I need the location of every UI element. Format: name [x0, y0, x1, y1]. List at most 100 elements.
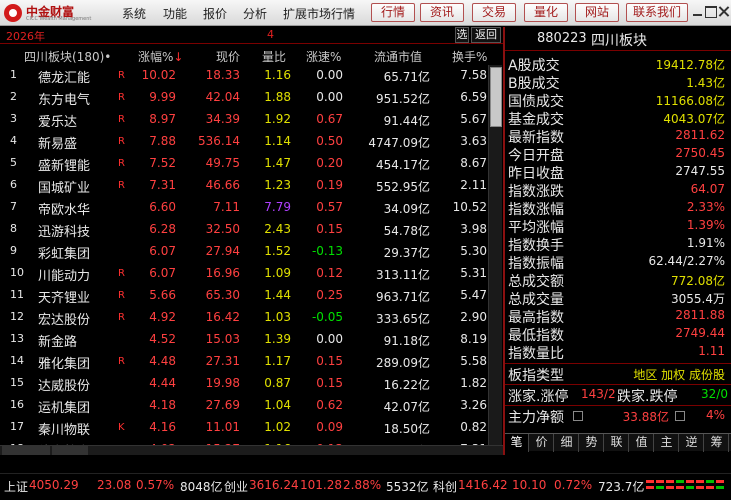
index-stat-row: 指数振幅 62.44/2.27% [505, 253, 731, 272]
quote-button[interactable]: 行情 [371, 3, 415, 22]
margin-flag: R [118, 180, 125, 191]
sh-label[interactable]: 上证 [4, 478, 28, 495]
row-index: 6 [10, 178, 17, 191]
tab-5[interactable]: 值 [630, 434, 654, 452]
table-row[interactable]: 15 达威股份 4.44 19.98 0.87 0.15 16.22亿 1.82 [0, 373, 503, 395]
net-flow-value: 33.88亿 [622, 410, 669, 424]
menu-function[interactable]: 功能 [163, 5, 187, 22]
header-name[interactable]: 四川板块(180)• [24, 48, 111, 65]
tab-6[interactable]: 主 [655, 434, 679, 452]
news-button[interactable]: 资讯 [420, 3, 464, 22]
volume-ratio: 0.87 [264, 376, 291, 390]
select-button[interactable]: 选 [455, 27, 469, 43]
turnover: 3.63 [460, 134, 487, 148]
change-pct: 7.31 [149, 178, 176, 192]
volume-ratio: 1.03 [264, 310, 291, 324]
updown-row: 涨家.涨停 143/2 跌家.跌停 32/0 [505, 386, 731, 405]
speed-pct: 0.00 [316, 68, 343, 82]
tab-0[interactable]: 笔 [505, 434, 529, 452]
trade-button[interactable]: 交易 [472, 3, 516, 22]
market-cap: 91.18亿 [383, 334, 430, 348]
menu-quote[interactable]: 报价 [203, 5, 227, 22]
table-row[interactable]: 3 爱乐达 R 8.97 34.39 1.92 0.67 91.44亿 5.67 [0, 109, 503, 131]
table-row[interactable]: 4 新易盛 R 7.88 536.14 1.14 0.50 4747.09亿 3.63 [0, 131, 503, 153]
turnover: 1.82 [460, 376, 487, 390]
header-price[interactable]: 现价 [216, 48, 240, 65]
header-speed[interactable]: 涨速% [306, 48, 341, 65]
stat-label: 今日开盘 [508, 148, 564, 164]
tab-8[interactable]: 筹 [705, 434, 729, 452]
stat-value: 62.44/2.27% [648, 254, 725, 268]
plate-type-label: 板指类型 [508, 368, 564, 384]
index-stat-row: 总成交量 3055.4万 [505, 289, 731, 308]
menu-analysis[interactable]: 分析 [243, 5, 267, 22]
header-pct[interactable]: 涨幅%↓ [138, 48, 183, 65]
table-row[interactable]: 16 运机集团 4.18 27.69 1.04 0.62 42.07亿 3.26 [0, 395, 503, 417]
table-row[interactable]: 10 川能动力 R 6.07 16.96 1.09 0.12 313.11亿 5.31 [0, 263, 503, 285]
speed-pct: 0.12 [316, 266, 343, 280]
header-market-cap[interactable]: 流通市值 [374, 48, 422, 65]
kc-amount: 723.7亿 [598, 480, 645, 494]
stat-label: 平均涨幅 [508, 220, 564, 236]
index-stat-row: 总成交额 772.08亿 [505, 271, 731, 290]
table-row[interactable]: 5 盛新锂能 R 7.52 49.75 1.47 0.20 454.17亿 8.67 [0, 153, 503, 175]
turnover: 5.58 [460, 354, 487, 368]
table-row[interactable]: 11 天齐锂业 R 5.66 65.30 1.44 0.25 963.71亿 5.47 [0, 285, 503, 307]
market-cap: 54.78亿 [383, 224, 430, 238]
cy-change: 101.28 [300, 478, 342, 492]
table-row[interactable]: 13 新金路 4.52 15.03 1.39 0.00 91.18亿 8.19 [0, 329, 503, 351]
index-stat-row: A股成交 19412.78亿 [505, 55, 731, 74]
logo-subtitle: CICC Wealth Management [26, 16, 92, 22]
table-row[interactable]: 1 德龙汇能 R 10.02 18.33 1.16 0.00 65.71亿 7.58 [0, 65, 503, 87]
table-row[interactable]: 8 迅游科技 6.28 32.50 2.43 0.15 54.78亿 3.98 [0, 219, 503, 241]
row-index: 3 [10, 112, 17, 125]
stat-value: 2750.45 [675, 146, 725, 160]
tab-1[interactable]: 价 [530, 434, 554, 452]
row-index: 2 [10, 90, 17, 103]
header-turnover[interactable]: 换手% [452, 48, 487, 65]
margin-flag: R [118, 92, 125, 103]
close-icon[interactable] [718, 6, 730, 18]
net-flow-detail-icon[interactable] [573, 411, 583, 421]
net-flow-pct-icon[interactable] [675, 411, 685, 421]
table-row[interactable]: 17 秦川物联 K 4.16 11.01 1.02 0.09 18.50亿 0.82 [0, 417, 503, 439]
tab-2[interactable]: 细 [555, 434, 579, 452]
website-button[interactable]: 网站 [575, 3, 619, 22]
contact-us-button[interactable]: 联系我们 [626, 3, 688, 22]
kc-label[interactable]: 科创 [433, 478, 457, 495]
change-pct: 7.88 [149, 134, 176, 148]
table-row[interactable]: 2 东方电气 R 9.99 42.04 1.88 0.00 951.52亿 6.59 [0, 87, 503, 109]
scrollbar-thumb[interactable] [490, 67, 502, 127]
cy-label[interactable]: 创业 [224, 478, 248, 495]
price: 16.96 [205, 266, 240, 280]
speed-pct: 0.57 [316, 200, 343, 214]
tab-4[interactable]: 联 [605, 434, 629, 452]
table-row[interactable]: 6 国城矿业 R 7.31 46.66 1.23 0.19 552.95亿 2.11 [0, 175, 503, 197]
price: 19.98 [205, 376, 240, 390]
status-spacer [0, 455, 731, 473]
market-cap: 16.22亿 [383, 378, 430, 392]
menu-extended-market[interactable]: 扩展市场行情 [283, 5, 355, 22]
market-cap: 454.17亿 [376, 158, 430, 172]
table-row[interactable]: 9 彩虹集团 6.07 27.94 1.52 -0.13 29.37亿 5.30 [0, 241, 503, 263]
table-row[interactable]: 12 宏达股份 R 4.92 16.42 1.03 -0.05 333.65亿 2.90 [0, 307, 503, 329]
header-vol-ratio[interactable]: 量比 [262, 48, 286, 65]
stock-name: 爱乐达 [38, 115, 78, 130]
menu-system[interactable]: 系统 [122, 5, 146, 22]
quant-button[interactable]: 量化 [524, 3, 568, 22]
table-row[interactable]: 14 雅化集团 R 4.48 27.31 1.17 0.15 289.09亿 5.58 [0, 351, 503, 373]
price: 536.14 [198, 134, 240, 148]
kc-change: 10.10 [512, 478, 547, 492]
maximize-icon[interactable] [705, 6, 717, 18]
plate-type-value[interactable]: 地区 加权 成份股 [633, 366, 725, 383]
tab-7[interactable]: 逆 [680, 434, 704, 452]
tab-3[interactable]: 势 [580, 434, 604, 452]
vertical-scrollbar[interactable] [488, 65, 502, 445]
price: 7.11 [213, 200, 240, 214]
back-button[interactable]: 返回 [471, 27, 501, 43]
change-pct: 4.92 [149, 310, 176, 324]
stock-name: 运机集团 [38, 401, 91, 416]
minimize-icon[interactable] [692, 6, 704, 18]
table-row[interactable]: 7 帝欧水华 6.60 7.11 7.79 0.57 34.09亿 10.52 [0, 197, 503, 219]
stat-value: 772.08亿 [671, 274, 725, 288]
